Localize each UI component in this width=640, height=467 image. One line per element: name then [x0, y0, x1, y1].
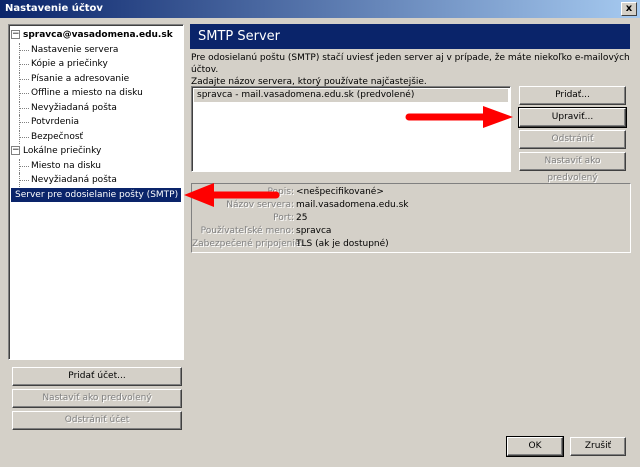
tree-item-label: Nevyžiadaná pošta	[31, 102, 117, 113]
close-button[interactable]: x	[621, 2, 637, 16]
tree-item-security[interactable]: Bezpečnosť	[11, 129, 181, 145]
tree-item-composition[interactable]: Písanie a adresovanie	[11, 71, 181, 87]
remove-smtp-button[interactable]: Odstrániť	[519, 130, 626, 149]
tree-item-disk-space[interactable]: Miesto na disku	[11, 158, 181, 174]
red-arrow-left-icon	[184, 183, 280, 207]
detail-label: Zabezpečené pripojenie:	[192, 239, 304, 249]
tree-item-copies-folders[interactable]: Kópie a priečinky	[11, 57, 181, 72]
collapse-icon[interactable]: −	[11, 30, 20, 39]
tree-item-offline-disk[interactable]: Offline a miesto na disku	[11, 86, 181, 101]
cancel-button[interactable]: Zrušiť	[570, 437, 626, 456]
detail-label: Používateľské meno:	[200, 226, 294, 236]
tree-item-label: Písanie a adresovanie	[31, 73, 130, 84]
set-default-account-button[interactable]: Nastaviť ako predvolený	[12, 389, 182, 408]
tree-item-label: Nastavenie servera	[31, 44, 119, 55]
panel-title: SMTP Server	[190, 24, 630, 49]
add-account-button[interactable]: Pridať účet...	[12, 367, 182, 386]
tree-item-label: Miesto na disku	[31, 160, 102, 171]
detail-row-username: Používateľské meno: spravca	[192, 225, 630, 238]
tree-account-label: Lokálne priečinky	[23, 146, 102, 156]
tree-item-server-settings[interactable]: Nastavenie servera	[11, 42, 181, 58]
tree-account-label: spravca@vasadomena.edu.sk	[23, 30, 173, 40]
detail-value: 25	[296, 213, 308, 223]
detail-label: Port:	[273, 213, 294, 223]
account-tree[interactable]: − spravca@vasadomena.edu.sk Nastavenie se…	[8, 24, 184, 360]
tree-item-smtp-server[interactable]: Server pre odosielanie pošty (SMTP)	[11, 187, 181, 202]
detail-row-secure-connection: Zabezpečené pripojenie: TLS (ak je dostup…	[192, 238, 630, 251]
tree-account-local-folders[interactable]: − Lokálne priečinky	[11, 144, 181, 159]
tree-item-label: Offline a miesto na disku	[31, 88, 143, 98]
detail-value: mail.vasadomena.edu.sk	[296, 200, 409, 210]
detail-value: <nešpecifikované>	[296, 187, 384, 197]
tree-item-label: Potvrdenia	[31, 117, 79, 127]
add-smtp-button[interactable]: Pridať...	[519, 86, 626, 105]
tree-item-local-junk[interactable]: Nevyžiadaná pošta	[11, 173, 181, 188]
tree-item-label: Nevyžiadaná pošta	[31, 175, 117, 185]
remove-account-button[interactable]: Odstrániť účet	[12, 411, 182, 430]
detail-value: spravca	[296, 226, 332, 236]
tree-item-label: Bezpečnosť	[31, 131, 84, 142]
smtp-server-item[interactable]: spravca - mail.vasadomena.edu.sk (predvo…	[194, 89, 508, 102]
tree-item-label: Kópie a priečinky	[31, 59, 108, 69]
tree-item-label: Server pre odosielanie pošty (SMTP)	[15, 189, 179, 200]
tree-item-receipts[interactable]: Potvrdenia	[11, 115, 181, 130]
tree-item-junk[interactable]: Nevyžiadaná pošta	[11, 100, 181, 116]
red-arrow-right-icon	[405, 106, 513, 128]
ok-button[interactable]: OK	[506, 436, 564, 457]
description-line: Pre odosielanú poštu (SMTP) stačí uviesť…	[191, 53, 630, 75]
panel-description: Pre odosielanú poštu (SMTP) stačí uviesť…	[191, 52, 631, 88]
edit-smtp-button[interactable]: Upraviť...	[518, 107, 627, 128]
window-title: Nastavenie účtov	[5, 3, 103, 14]
collapse-icon[interactable]: −	[11, 146, 20, 155]
tree-account-spravca[interactable]: − spravca@vasadomena.edu.sk	[11, 28, 181, 43]
detail-value: TLS (ak je dostupné)	[296, 239, 389, 249]
window-titlebar: Nastavenie účtov x	[0, 0, 640, 18]
set-default-smtp-button[interactable]: Nastaviť ako predvolený	[519, 152, 626, 183]
detail-row-port: Port: 25	[192, 212, 630, 225]
